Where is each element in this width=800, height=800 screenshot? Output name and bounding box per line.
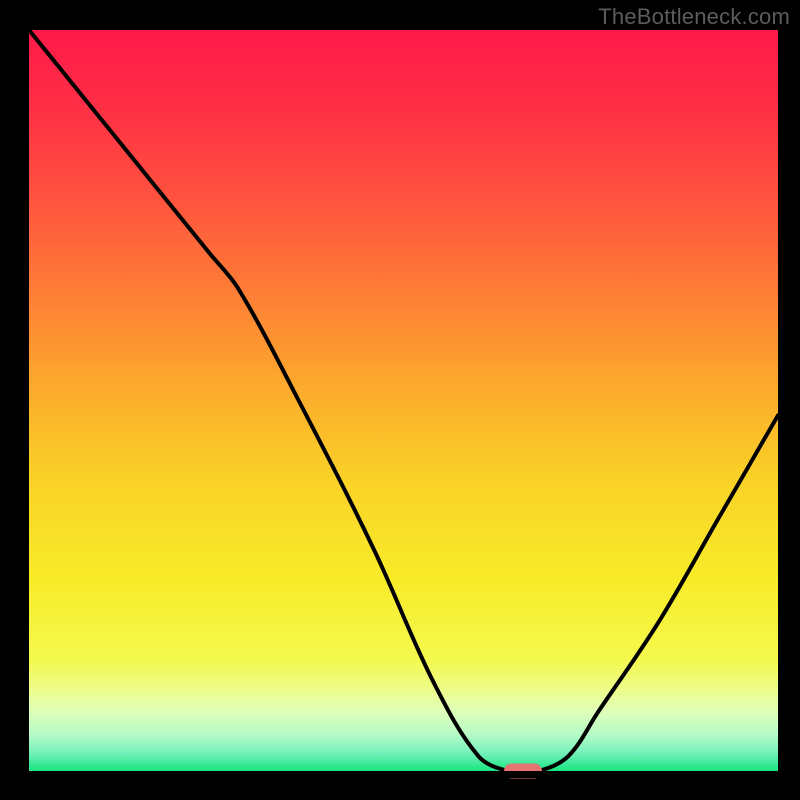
watermark-text: TheBottleneck.com: [598, 4, 790, 30]
axes-frame: [22, 30, 778, 778]
chart-container: { "watermark": "TheBottleneck.com", "col…: [0, 0, 800, 800]
